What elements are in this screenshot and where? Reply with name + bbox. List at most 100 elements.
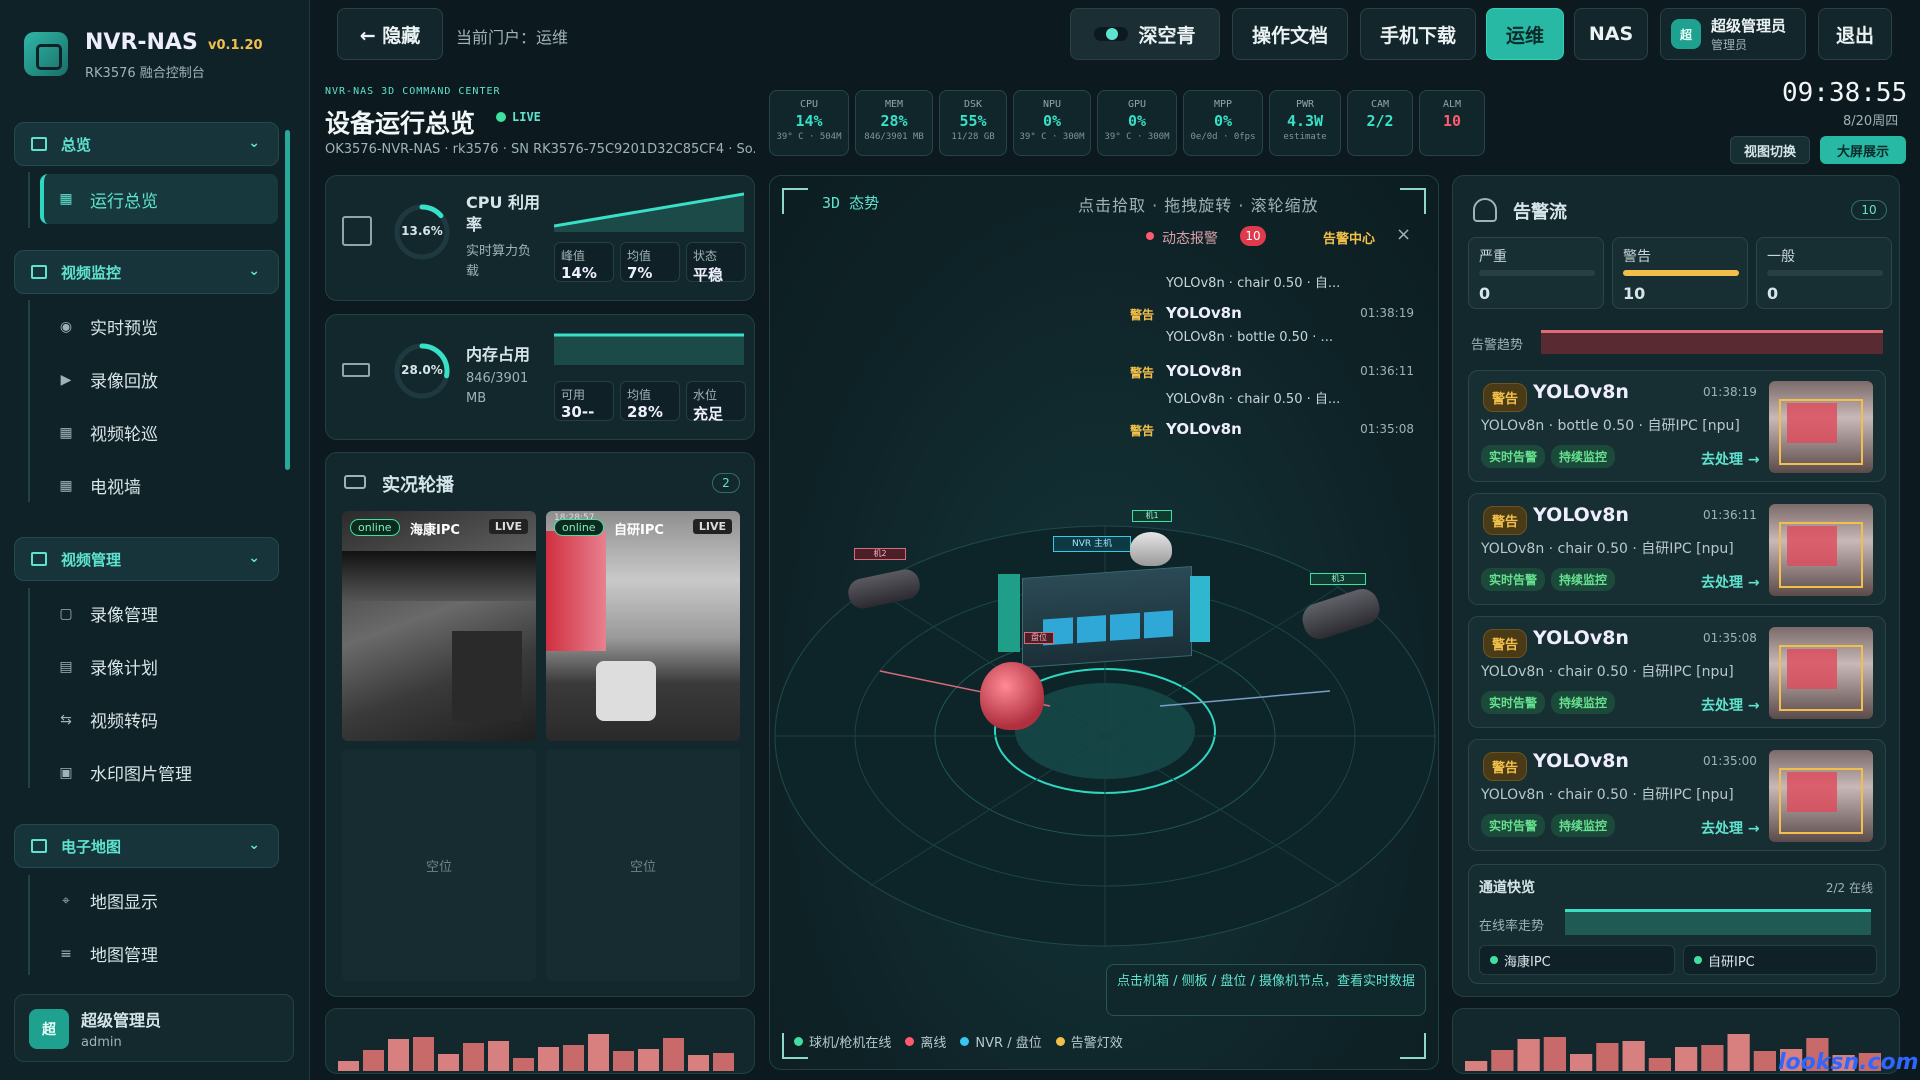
handle-alarm-link[interactable]: 去处理 → — [1701, 695, 1760, 715]
theme-button[interactable]: 深空青 — [1070, 8, 1220, 60]
alarm-snapshot[interactable] — [1769, 627, 1873, 719]
scene-hints: 点击拾取 · 拖拽旋转 · 滚轮缩放 — [1078, 196, 1319, 215]
alarm-snapshot[interactable] — [1769, 750, 1873, 842]
histogram-bar — [1675, 1047, 1698, 1071]
cpu-panel: 13.6% CPU 利用率 实时算力负载 峰值 14% 均值 7% 状态 平稳 — [325, 175, 755, 301]
realtime-tag: 实时告警 — [1481, 568, 1546, 591]
disk-bays[interactable] — [1043, 610, 1173, 646]
histogram-bar — [688, 1055, 709, 1071]
mobile-download-button[interactable]: 手机下载 — [1360, 8, 1476, 60]
logout-button[interactable]: 退出 — [1818, 8, 1892, 60]
current-portal: 当前门户：运维 — [456, 28, 569, 47]
histogram-bar — [713, 1053, 734, 1071]
histogram-bar — [1491, 1050, 1514, 1071]
channel-online: 2/2 在线 — [1825, 881, 1873, 895]
histogram-bar — [338, 1061, 359, 1071]
grid-icon: ▦ — [59, 477, 73, 494]
alarm-snapshot[interactable] — [1769, 504, 1873, 596]
dome-camera-offline[interactable] — [980, 662, 1044, 730]
alarm-card[interactable]: 警告 YOLOv8n 01:35:08 YOLOv8n · chair 0.50 · … — [1468, 616, 1886, 728]
file-icon: ▢ — [59, 605, 73, 622]
handle-alarm-link[interactable]: 去处理 → — [1701, 818, 1760, 838]
camera-tile-selfdev[interactable]: 18:28:57 online 自研IPC LIVE — [546, 511, 740, 741]
nav-group-overview[interactable]: 总览 ⌄ — [14, 122, 279, 166]
alarm-time: 01:38:19 — [1703, 385, 1757, 399]
metric-alm: ALM 10 — [1419, 90, 1485, 156]
camera-name: 自研IPC — [614, 523, 664, 538]
mem-available: 可用 30-- — [554, 381, 614, 421]
alarm-center-link[interactable]: 告警中心 — [1323, 228, 1375, 247]
sidebar-item-live-preview[interactable]: ◉ 实时预览 — [58, 314, 158, 340]
alarm-card[interactable]: 警告 YOLOv8n 01:36:11 YOLOv8n · chair 0.50 · … — [1468, 493, 1886, 605]
close-icon[interactable]: × — [1396, 224, 1411, 245]
alarm-feed-item[interactable]: 警告 YOLOv8n 01:35:08 — [1130, 420, 1420, 478]
legend-label: NVR / 盘位 — [975, 1036, 1042, 1051]
histogram-bar — [638, 1049, 659, 1071]
alarm-level-tag: 警告 — [1483, 629, 1528, 658]
avatar: 超 — [1671, 19, 1701, 49]
sidebar-scrollbar[interactable] — [285, 130, 290, 470]
histogram-bar — [613, 1051, 634, 1071]
page-title: 设备运行总览 — [325, 109, 476, 138]
nvr-label: NVR 主机 — [1053, 536, 1131, 552]
alarm-card[interactable]: 警告 YOLOv8n 01:38:19 YOLOv8n · bottle 0.50 ·… — [1468, 370, 1886, 482]
sidebar-item-playback[interactable]: ▶ 录像回放 — [58, 367, 158, 393]
sidebar-item-record-manage[interactable]: ▢ 录像管理 — [58, 601, 158, 627]
channel-item[interactable]: 自研IPC — [1683, 945, 1877, 975]
histogram-bar — [438, 1054, 459, 1071]
sidebar-item-map-display[interactable]: ⌖ 地图显示 — [58, 888, 158, 914]
alarm-feed-item[interactable]: 警告 YOLOv8n 01:36:11 YOLOv8n · chair 0.50 · … — [1130, 362, 1420, 420]
alarm-feed-item[interactable]: 警告 YOLOv8n 01:38:19 YOLOv8n · bottle 0.50 ·… — [1130, 304, 1420, 362]
histogram-bar — [663, 1038, 684, 1071]
portal-nas-button[interactable]: NAS — [1574, 8, 1648, 60]
alarm-level-0[interactable]: 严重 0 — [1468, 237, 1604, 309]
bigscreen-button[interactable]: 大屏展示 — [1820, 136, 1906, 164]
sidebar-item-record-plan[interactable]: ▤ 录像计划 — [58, 654, 158, 680]
sidebar-item-tv-wall[interactable]: ▦ 电视墙 — [58, 473, 141, 499]
handle-alarm-link[interactable]: 去处理 → — [1701, 449, 1760, 469]
hide-sidebar-button[interactable]: ← 隐藏 — [337, 8, 443, 60]
docs-button[interactable]: 操作文档 — [1232, 8, 1348, 60]
cpu-state: 状态 平稳 — [686, 242, 746, 284]
sidebar-item-map-manage[interactable]: ≡ 地图管理 — [58, 941, 158, 967]
alarm-snapshot[interactable] — [1769, 381, 1873, 473]
camera-tile-hikvision[interactable]: online 海康IPC LIVE — [342, 511, 536, 741]
portal-ops-button[interactable]: 运维 — [1486, 8, 1564, 60]
nav-group-video-manage[interactable]: 视频管理 ⌄ — [14, 537, 279, 581]
user-role: admin — [81, 1035, 122, 1050]
dynamic-alarm-count: 10 — [1240, 226, 1266, 246]
sidebar-item-overview[interactable]: ▦ 运行总览 — [40, 174, 278, 224]
topbar-user-button[interactable]: 超 超级管理员 管理员 — [1660, 8, 1806, 60]
side-panel-left[interactable] — [998, 574, 1020, 652]
chevron-down-icon: ⌄ — [248, 550, 260, 566]
legend-dot — [960, 1037, 970, 1046]
camera-status-badge: online — [350, 519, 400, 536]
channel-item[interactable]: 海康IPC — [1479, 945, 1675, 975]
view-switch-button[interactable]: 视图切换 — [1730, 136, 1810, 164]
sidebar-item-watermark[interactable]: ▣ 水印图片管理 — [58, 760, 192, 786]
nav-group-video-monitor[interactable]: 视频监控 ⌄ — [14, 250, 279, 294]
live-count-badge: 2 — [712, 473, 740, 493]
sidebar-user-card[interactable]: 超 超级管理员 admin — [14, 994, 294, 1062]
handle-alarm-link[interactable]: 去处理 → — [1701, 572, 1760, 592]
alarm-level-2[interactable]: 一般 0 — [1756, 237, 1892, 309]
realtime-tag: 实时告警 — [1481, 691, 1546, 714]
live-badge: LIVE — [488, 519, 528, 534]
alarm-time: 01:36:11 — [1703, 508, 1757, 522]
metric-gpu: GPU 0% 39° C · 300M — [1097, 90, 1177, 156]
sidebar-item-patrol[interactable]: ▦ 视频轮巡 — [58, 420, 158, 446]
sidebar-item-transcode[interactable]: ⇆ 视频转码 — [58, 707, 158, 733]
nvr-chassis[interactable] — [1022, 566, 1192, 668]
mem-title: 内存占用 — [466, 345, 531, 364]
cpu-percent: 13.6% — [401, 224, 443, 238]
histogram-bar — [1753, 1051, 1776, 1071]
scene-3d-panel[interactable]: 3D 态势 点击拾取 · 拖拽旋转 · 滚轮缩放 NVR 主机 盘位 机1 机2… — [769, 175, 1439, 1070]
nav-group-emap[interactable]: 电子地图 ⌄ — [14, 824, 279, 868]
side-panel-right[interactable] — [1190, 576, 1210, 642]
mem-panel: 28.0% 内存占用 846/3901 MB 可用 30-- 均值 28% 水位 充足 — [325, 314, 755, 440]
transcode-icon: ⇆ — [60, 711, 72, 728]
alarm-card[interactable]: 警告 YOLOv8n 01:35:00 YOLOv8n · chair 0.50 · … — [1468, 739, 1886, 851]
alarm-level-1[interactable]: 警告 10 — [1612, 237, 1748, 309]
grid-icon: ▦ — [59, 191, 73, 207]
dome-camera-online[interactable] — [1130, 532, 1172, 566]
